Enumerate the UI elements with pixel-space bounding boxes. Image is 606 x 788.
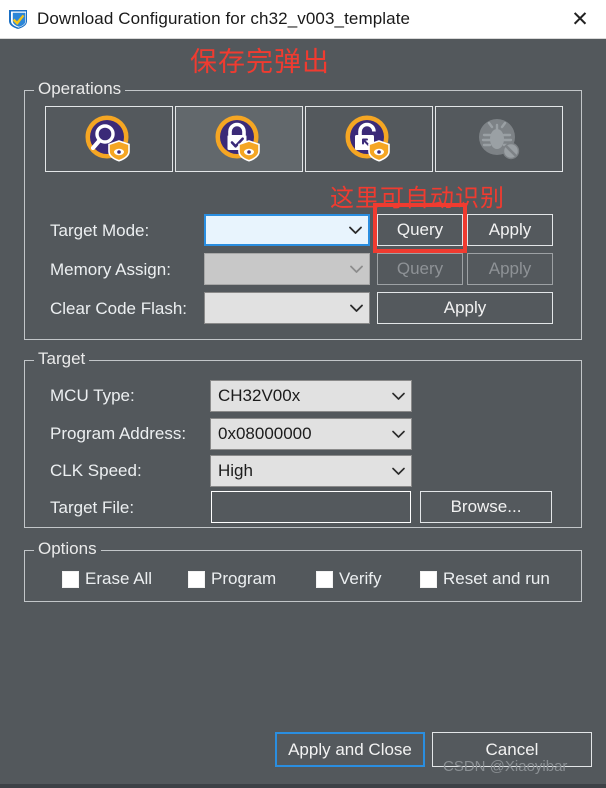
- title-bar: Download Configuration for ch32_v003_tem…: [0, 0, 606, 39]
- checkbox-label: Erase All: [85, 569, 153, 588]
- program-address-label: Program Address:: [50, 424, 187, 443]
- chevron-down-icon: [343, 265, 369, 274]
- checkbox-box-icon: [62, 570, 79, 588]
- checkbox-label: Verify: [339, 569, 382, 588]
- memory-assign-combo: [204, 253, 370, 285]
- checkbox-reset-and-run[interactable]: Reset and run: [420, 568, 550, 590]
- checkbox-box-icon: [188, 570, 205, 588]
- target-file-input[interactable]: [211, 491, 411, 523]
- target-mode-label: Target Mode:: [50, 221, 150, 240]
- lock-check-shield-icon: [213, 113, 265, 165]
- clk-speed-label: CLK Speed:: [50, 461, 142, 480]
- clk-speed-combo[interactable]: High: [210, 455, 412, 487]
- wch-shield-check-icon: [7, 8, 29, 30]
- debug-disable-button: [435, 106, 563, 172]
- memory-assign-apply-button: Apply: [467, 253, 553, 285]
- target-group-title: Target: [34, 349, 90, 369]
- lock-config-button[interactable]: [175, 106, 303, 172]
- chevron-down-icon: [342, 226, 368, 235]
- mcu-type-label: MCU Type:: [50, 386, 135, 405]
- target-file-label: Target File:: [50, 498, 135, 517]
- close-icon[interactable]: ✕: [554, 0, 606, 38]
- program-address-combo[interactable]: 0x08000000: [210, 418, 412, 450]
- clear-code-flash-label: Clear Code Flash:: [50, 299, 188, 318]
- window-title: Download Configuration for ch32_v003_tem…: [37, 9, 411, 28]
- program-address-value: 0x08000000: [218, 424, 312, 443]
- taskbar-strip: [0, 784, 606, 788]
- checkbox-program[interactable]: Program: [188, 568, 276, 590]
- mcu-type-value: CH32V00x: [218, 386, 301, 405]
- checkbox-box-icon: [420, 570, 437, 588]
- clk-speed-value: High: [218, 461, 253, 480]
- checkbox-erase-all[interactable]: Erase All: [62, 568, 152, 590]
- mcu-type-combo[interactable]: CH32V00x: [210, 380, 412, 412]
- read-config-button[interactable]: [45, 106, 173, 172]
- unlock-config-button[interactable]: [305, 106, 433, 172]
- chevron-down-icon: [385, 392, 411, 401]
- target-mode-apply-button[interactable]: Apply: [467, 214, 553, 246]
- clear-code-flash-apply-button[interactable]: Apply: [377, 292, 553, 324]
- chevron-down-icon: [385, 467, 411, 476]
- checkbox-label: Reset and run: [443, 569, 550, 588]
- memory-assign-query-button: Query: [377, 253, 463, 285]
- unlock-shield-icon: [343, 113, 395, 165]
- memory-assign-label: Memory Assign:: [50, 260, 171, 279]
- checkbox-box-icon: [316, 570, 333, 588]
- checkbox-verify[interactable]: Verify: [316, 568, 382, 590]
- chevron-down-icon: [385, 430, 411, 439]
- clear-code-flash-combo[interactable]: [204, 292, 370, 324]
- target-mode-combo[interactable]: [204, 214, 370, 246]
- target-mode-query-button[interactable]: Query: [377, 214, 463, 246]
- browse-button[interactable]: Browse...: [420, 491, 552, 523]
- magnifier-shield-icon: [83, 113, 135, 165]
- annotation-save-popup: 保存完弹出: [190, 47, 330, 78]
- operations-group-title: Operations: [34, 79, 126, 99]
- options-group-title: Options: [34, 539, 101, 559]
- chevron-down-icon: [343, 304, 369, 313]
- checkbox-label: Program: [211, 569, 277, 588]
- apply-and-close-button[interactable]: Apply and Close: [275, 732, 425, 767]
- watermark: CSDN @Xiaoyibar: [443, 758, 568, 775]
- bug-disabled-icon: [473, 113, 525, 165]
